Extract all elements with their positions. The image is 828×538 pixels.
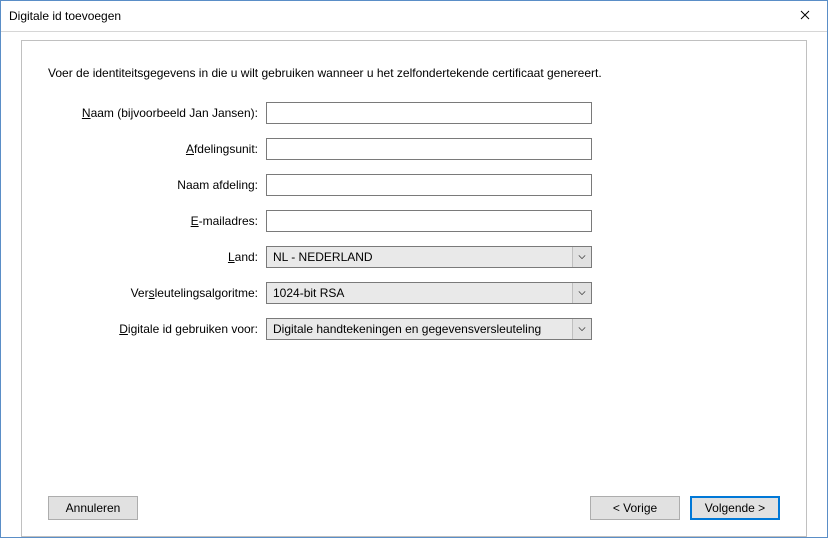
label-usage: Digitale id gebruiken voor:	[48, 322, 266, 336]
label-name: Naam (bijvoorbeeld Jan Jansen):	[48, 106, 266, 120]
titlebar: Digitale id toevoegen	[1, 1, 827, 32]
label-unit: Afdelingsunit:	[48, 142, 266, 156]
close-icon	[800, 9, 810, 23]
dialog-window: Digitale id toevoegen Voer de identiteit…	[0, 0, 828, 538]
chevron-down-icon	[572, 319, 591, 339]
name-field[interactable]	[266, 102, 592, 124]
back-button[interactable]: < Vorige	[590, 496, 680, 520]
next-button[interactable]: Volgende >	[690, 496, 780, 520]
row-algo: Versleutelingsalgoritme: 1024-bit RSA	[48, 282, 780, 304]
usage-value: Digitale handtekeningen en gegevensversl…	[267, 319, 572, 339]
dept-field[interactable]	[266, 174, 592, 196]
label-dept: Naam afdeling:	[48, 178, 266, 192]
form-panel: Voer de identiteitsgegevens in die u wil…	[21, 40, 807, 537]
window-title: Digitale id toevoegen	[9, 9, 121, 23]
chevron-down-icon	[572, 247, 591, 267]
label-algo: Versleutelingsalgoritme:	[48, 286, 266, 300]
instructions-text: Voer de identiteitsgegevens in die u wil…	[48, 65, 608, 82]
row-email: E-mailadres:	[48, 210, 780, 232]
row-unit: Afdelingsunit:	[48, 138, 780, 160]
chevron-down-icon	[572, 283, 591, 303]
unit-field[interactable]	[266, 138, 592, 160]
usage-select[interactable]: Digitale handtekeningen en gegevensversl…	[266, 318, 592, 340]
row-dept: Naam afdeling:	[48, 174, 780, 196]
country-value: NL - NEDERLAND	[267, 247, 572, 267]
button-bar: Annuleren < Vorige Volgende >	[48, 496, 780, 520]
row-usage: Digitale id gebruiken voor: Digitale han…	[48, 318, 780, 340]
close-button[interactable]	[782, 1, 827, 31]
cancel-button[interactable]: Annuleren	[48, 496, 138, 520]
country-select[interactable]: NL - NEDERLAND	[266, 246, 592, 268]
algo-value: 1024-bit RSA	[267, 283, 572, 303]
algo-select[interactable]: 1024-bit RSA	[266, 282, 592, 304]
label-country: Land:	[48, 250, 266, 264]
content-area: Voer de identiteitsgegevens in die u wil…	[1, 32, 827, 537]
email-field[interactable]	[266, 210, 592, 232]
label-email: E-mailadres:	[48, 214, 266, 228]
row-country: Land: NL - NEDERLAND	[48, 246, 780, 268]
row-name: Naam (bijvoorbeeld Jan Jansen):	[48, 102, 780, 124]
